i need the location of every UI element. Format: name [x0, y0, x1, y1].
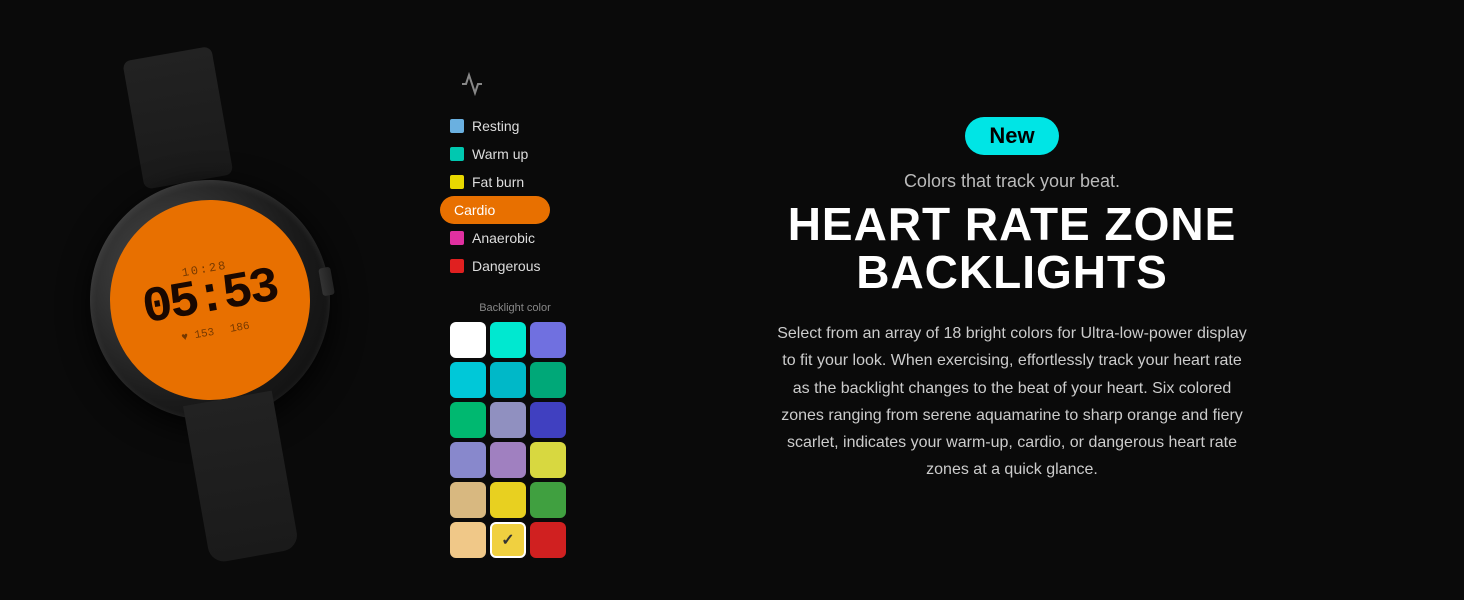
tagline: Colors that track your beat.: [904, 171, 1120, 192]
description: Select from an array of 18 bright colors…: [772, 320, 1252, 483]
zone-label: Anaerobic: [472, 230, 535, 246]
zone-item-resting[interactable]: Resting: [440, 112, 560, 140]
zones-container: Resting Warm up Fat burn Cardio Anaerobic Dan…: [420, 42, 580, 558]
heart-rate-icon: [460, 72, 580, 102]
left-panel: Resting Warm up Fat burn Cardio Anaerobic Dan…: [420, 42, 580, 558]
zone-color-swatch: [450, 175, 464, 189]
palette-cell-6[interactable]: [450, 402, 486, 438]
main-title: HEART RATE ZONE BACKLIGHTS: [788, 200, 1237, 297]
palette-label: Backlight color: [450, 302, 580, 314]
palette-cell-9[interactable]: [450, 442, 486, 478]
palette-cell-1[interactable]: [490, 322, 526, 358]
palette-cell-16[interactable]: [490, 522, 526, 558]
watch-crown: [318, 267, 335, 297]
zone-item-dangerous[interactable]: Dangerous: [440, 252, 560, 280]
title-line2: BACKLIGHTS: [856, 246, 1168, 298]
zone-label: Warm up: [472, 146, 528, 162]
watch-strap-top: [122, 46, 233, 190]
color-grid-container: Backlight color: [440, 282, 580, 558]
zones-list: Resting Warm up Fat burn Cardio Anaerobic Dan…: [440, 112, 580, 280]
zone-item-cardio[interactable]: Cardio: [440, 196, 550, 224]
palette-cell-3[interactable]: [450, 362, 486, 398]
zone-color-swatch: [450, 259, 464, 273]
palette-cell-7[interactable]: [490, 402, 526, 438]
watch-section: 10:28 05:53 ♥ 153 186: [0, 0, 420, 600]
palette-cell-2[interactable]: [530, 322, 566, 358]
palette-cell-8[interactable]: [530, 402, 566, 438]
content-section: New Colors that track your beat. HEART R…: [580, 77, 1464, 524]
new-badge: New: [965, 117, 1058, 155]
zone-color-swatch: [450, 119, 464, 133]
zone-color-swatch: [450, 231, 464, 245]
zone-item-warm-up[interactable]: Warm up: [440, 140, 560, 168]
palette-cell-13[interactable]: [490, 482, 526, 518]
palette-cell-4[interactable]: [490, 362, 526, 398]
zone-item-anaerobic[interactable]: Anaerobic: [440, 224, 560, 252]
watch-ring: 10:28 05:53 ♥ 153 186: [71, 161, 349, 439]
zone-label: Dangerous: [472, 258, 541, 274]
title-line1: HEART RATE ZONE: [788, 198, 1237, 250]
palette-cell-12[interactable]: [450, 482, 486, 518]
palette-cell-15[interactable]: [450, 522, 486, 558]
palette-cell-0[interactable]: [450, 322, 486, 358]
palette-cell-11[interactable]: [530, 442, 566, 478]
zone-label: Fat burn: [472, 174, 524, 190]
page-container: 10:28 05:53 ♥ 153 186: [0, 0, 1464, 600]
palette-cell-14[interactable]: [530, 482, 566, 518]
zone-label: Resting: [472, 118, 519, 134]
zone-item-fat-burn[interactable]: Fat burn: [440, 168, 560, 196]
palette-cell-5[interactable]: [530, 362, 566, 398]
watch-visual: 10:28 05:53 ♥ 153 186: [17, 18, 403, 582]
watch-time-main: 05:53: [139, 264, 280, 332]
watch-stat-steps: 186: [229, 320, 251, 335]
watch-strap-bottom: [183, 391, 299, 564]
watch-face: 10:28 05:53 ♥ 153 186: [94, 184, 326, 416]
palette-grid: [450, 322, 580, 558]
zone-label: Cardio: [454, 202, 495, 218]
palette-cell-17[interactable]: [530, 522, 566, 558]
palette-cell-10[interactable]: [490, 442, 526, 478]
zone-color-swatch: [450, 147, 464, 161]
